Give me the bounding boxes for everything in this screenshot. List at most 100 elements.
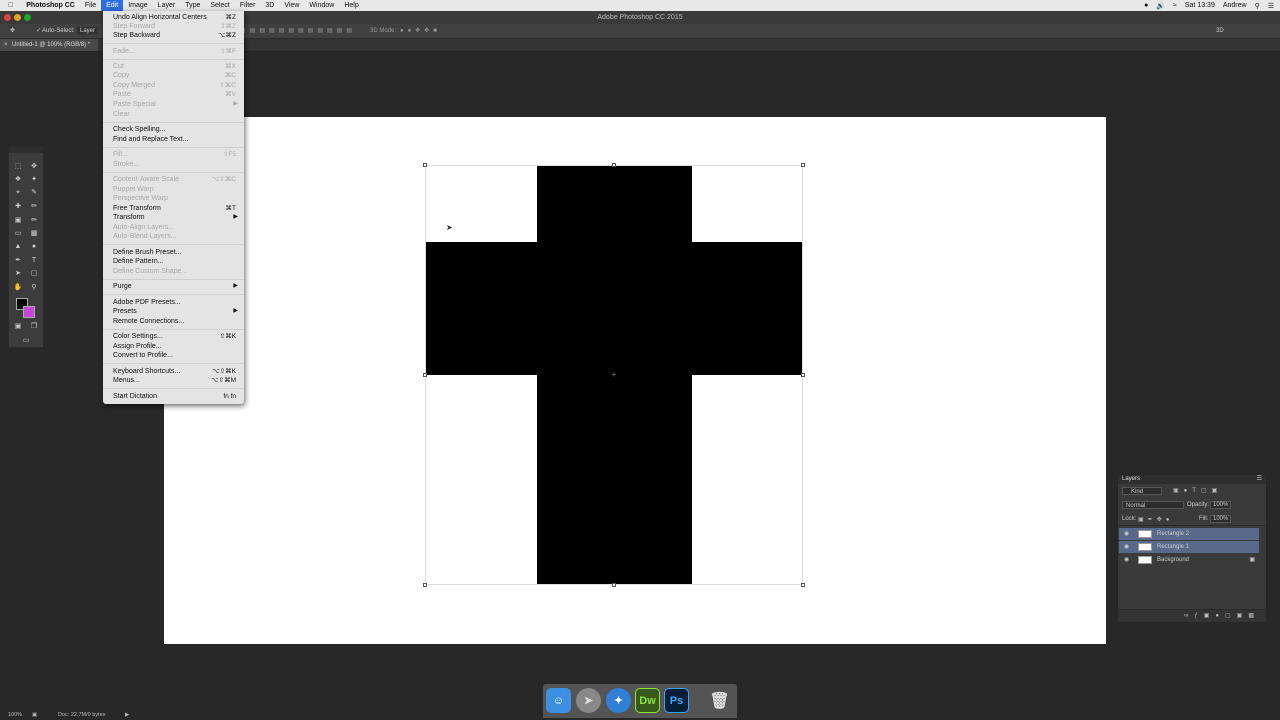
transform-handle[interactable] (612, 163, 616, 167)
align-icons[interactable]: ▤▤▤▤▤▤▤▤▤▤▤▤ (240, 27, 356, 35)
opacity-input[interactable]: 100% (1210, 501, 1232, 509)
eraser-tool-icon[interactable]: ▭ (13, 229, 23, 238)
launchpad-icon[interactable]: ➤ (576, 688, 601, 713)
layer-row[interactable]: ◉ Rectangle 2 (1119, 528, 1259, 540)
dreamweaver-icon[interactable]: Dw (635, 688, 660, 713)
transform-handle[interactable] (423, 163, 427, 167)
transform-handle[interactable] (612, 583, 616, 587)
menu-3d[interactable]: 3D (260, 0, 279, 11)
menu-item[interactable]: Content-Aware Scale ⌥⇧⌘C (103, 175, 244, 184)
menu-item[interactable]: Step Forward ⇧⌘Z (103, 22, 244, 31)
move-tool-icon[interactable]: ✥ (29, 162, 39, 171)
menu-image[interactable]: Image (123, 0, 152, 11)
layer-row[interactable]: ◉ Background ▣ (1119, 554, 1259, 566)
menu-item[interactable]: Clear (103, 110, 244, 119)
menu-item[interactable]: Copy ⌘C (103, 71, 244, 80)
menu-item[interactable]: Paste ⌘V (103, 90, 244, 99)
panel-menu-icon[interactable]: ☰ (1257, 475, 1262, 482)
rectangle-tool-icon[interactable]: ▢ (29, 269, 39, 278)
fill-input[interactable]: 100% (1210, 515, 1232, 523)
trash-icon[interactable]: 🗑 (707, 688, 732, 713)
menu-item[interactable]: Start Dictation fn fn (103, 392, 244, 401)
menu-item[interactable]: Perspective Warp (103, 194, 244, 203)
dodge-tool-icon[interactable]: ● (29, 242, 39, 251)
transform-handle[interactable] (423, 583, 427, 587)
doc-size[interactable]: Doc: 22.7M/0 bytes (58, 711, 105, 720)
brush-tool-icon[interactable]: ✏ (29, 202, 39, 211)
blur-tool-icon[interactable]: ▲ (13, 242, 23, 251)
eyedropper-icon[interactable]: ✎ (29, 188, 39, 197)
crop-tool-icon[interactable]: ⌖ (13, 188, 23, 197)
layers-panel-header[interactable]: Layers ☰ (1118, 475, 1266, 484)
visibility-eye-icon[interactable]: ◉ (1124, 556, 1129, 563)
volume-icon[interactable]: 🔊 (1156, 2, 1165, 10)
menu-item[interactable]: Check Spelling... (103, 125, 244, 134)
menu-item[interactable]: Auto-Align Layers... (103, 223, 244, 232)
menu-item[interactable]: Undo Align Horizontal Centers ⌘Z (103, 13, 244, 22)
spotlight-icon[interactable]: ⚲ (1255, 2, 1260, 10)
menu-item[interactable]: Define Brush Preset... (103, 248, 244, 257)
photoshop-icon[interactable]: Ps (664, 688, 689, 713)
pen-tool-icon[interactable]: ✒ (13, 256, 23, 265)
record-icon[interactable]: ● (1144, 2, 1148, 9)
finder-icon[interactable]: ☺ (546, 688, 571, 713)
background-color-swatch[interactable] (23, 306, 35, 318)
marquee-tool-icon[interactable]: ⬚ (13, 162, 23, 171)
screen-mode-icon[interactable]: ❐ (29, 322, 39, 331)
menu-select[interactable]: Select (205, 0, 234, 11)
gradient-tool-icon[interactable]: ▩ (29, 229, 39, 238)
tools-panel-header[interactable] (9, 147, 43, 153)
menu-item[interactable]: Find and Replace Text... (103, 135, 244, 144)
layer-filter-dropdown[interactable]: Kind (1122, 487, 1162, 495)
menu-item[interactable]: Transform ▶ (103, 213, 244, 222)
menu-item[interactable]: Menus... ⌥⇧⌘M (103, 376, 244, 385)
menu-item[interactable]: Cut ⌘X (103, 62, 244, 71)
menu-item[interactable]: Step Backward ⌥⌘Z (103, 31, 244, 40)
magic-wand-icon[interactable]: ✦ (29, 175, 39, 184)
menu-item[interactable]: Keyboard Shortcuts... ⌥⇧⌘K (103, 367, 244, 376)
menu-item[interactable]: Fade... ⇧⌘F (103, 47, 244, 56)
menu-item[interactable]: Convert to Profile... (103, 351, 244, 360)
status-arrow-icon[interactable]: ▶ (125, 711, 129, 720)
stamp-tool-icon[interactable]: ▣ (13, 216, 23, 225)
visibility-eye-icon[interactable]: ◉ (1124, 530, 1129, 537)
menu-clock[interactable]: Sat 13:39 (1185, 2, 1215, 9)
menu-view[interactable]: View (279, 0, 304, 11)
menu-item[interactable]: Auto-Blend Layers... (103, 232, 244, 241)
history-brush-icon[interactable]: ✏ (29, 216, 39, 225)
path-select-icon[interactable]: ➤ (13, 269, 23, 278)
menu-item[interactable]: Purge ▶ (103, 282, 244, 291)
layer-filter-icons[interactable]: ▣●T▢▣ (1173, 487, 1222, 494)
transform-center-icon[interactable]: + (610, 371, 618, 379)
menu-item[interactable]: Free Transform ⌘T (103, 204, 244, 213)
menu-item[interactable]: Assign Profile... (103, 342, 244, 351)
zoom-tool-icon[interactable]: ⚲ (29, 283, 39, 292)
transform-handle[interactable] (801, 163, 805, 167)
visibility-eye-icon[interactable]: ◉ (1124, 543, 1129, 550)
zoom-level[interactable]: 100% (8, 711, 22, 720)
lasso-tool-icon[interactable]: ❖ (13, 175, 23, 184)
apple-icon[interactable]:  (0, 0, 21, 11)
menu-filter[interactable]: Filter (235, 0, 261, 11)
menu-item[interactable]: Remote Connections... (103, 317, 244, 326)
lock-icons[interactable]: ▣✒✥● (1138, 516, 1173, 523)
layer-select-dropdown[interactable]: Layer (77, 27, 99, 35)
transform-handle[interactable] (801, 373, 805, 377)
menu-item[interactable]: Adobe PDF Presets... (103, 298, 244, 307)
lock-icon[interactable]: ▣ (1249, 556, 1255, 563)
document-tab[interactable]: × Untitled-1 @ 100% (RGB/8) * (0, 39, 98, 51)
menu-item[interactable]: Stroke... (103, 160, 244, 169)
layer-row[interactable]: ◉ Rectangle 1 (1119, 541, 1259, 553)
hand-tool-icon[interactable]: ✋ (13, 283, 23, 292)
healing-brush-icon[interactable]: ✚ (13, 202, 23, 211)
menu-help[interactable]: Help (339, 0, 363, 11)
menu-layer[interactable]: Layer (153, 0, 181, 11)
menu-item[interactable]: Copy Merged ⇧⌘C (103, 81, 244, 90)
menu-file[interactable]: File (80, 0, 101, 11)
quick-mask-icon[interactable]: ▣ (13, 322, 23, 331)
menu-item[interactable]: Define Custom Shape... (103, 267, 244, 276)
wifi-icon[interactable]: ≈ (1173, 2, 1177, 9)
menu-user[interactable]: Andrew (1223, 2, 1247, 9)
notification-icon[interactable]: ☰ (1268, 2, 1274, 10)
menu-item[interactable]: Define Pattern... (103, 257, 244, 266)
